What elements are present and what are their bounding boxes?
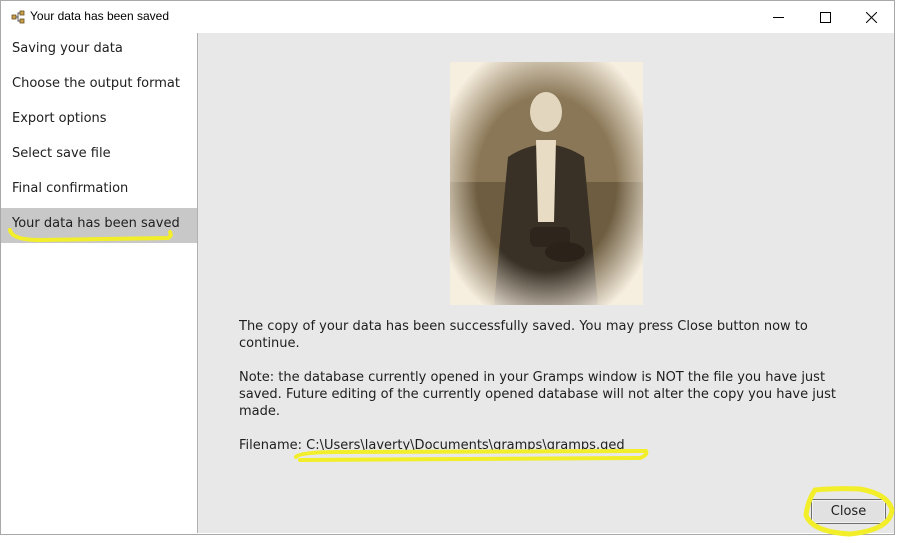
window-title: Your data has been saved — [30, 9, 170, 23]
assistant-steps-sidebar: Saving your data Choose the output forma… — [1, 33, 198, 533]
minimize-icon — [772, 16, 784, 18]
note-message: Note: the database currently opened in y… — [239, 370, 836, 419]
sidebar-item-data-saved: Your data has been saved — [1, 208, 197, 243]
sidebar-item-saving-your-data: Saving your data — [12, 41, 123, 56]
maximize-icon — [819, 11, 831, 23]
maximize-button[interactable] — [802, 1, 848, 33]
success-message: The copy of your data has been successfu… — [239, 319, 808, 351]
sepia-portrait-image — [450, 62, 643, 305]
export-assistant-window: Your data has been saved Saving your dat… — [0, 0, 895, 535]
close-button[interactable]: Close — [811, 499, 886, 524]
filename-label: Filename: — [239, 438, 303, 453]
window-close-button[interactable] — [848, 1, 894, 33]
sidebar-item-choose-output-format: Choose the output format — [12, 76, 180, 91]
assistant-content: The copy of your data has been successfu… — [198, 33, 894, 533]
filename-line: Filename: C:\Users\laverty\Documents\gra… — [239, 437, 869, 454]
sidebar-item-final-confirmation: Final confirmation — [12, 181, 129, 196]
close-button-label: Close — [830, 504, 867, 519]
gramps-app-icon — [11, 10, 25, 24]
sidebar-item-export-options: Export options — [12, 111, 107, 126]
filename-value: C:\Users\laverty\Documents\gramps\gramps… — [306, 438, 625, 453]
minimize-button[interactable] — [755, 1, 801, 33]
sidebar-item-select-save-file: Select save file — [12, 146, 111, 161]
title-bar[interactable]: Your data has been saved — [1, 1, 894, 33]
close-icon — [865, 11, 877, 23]
